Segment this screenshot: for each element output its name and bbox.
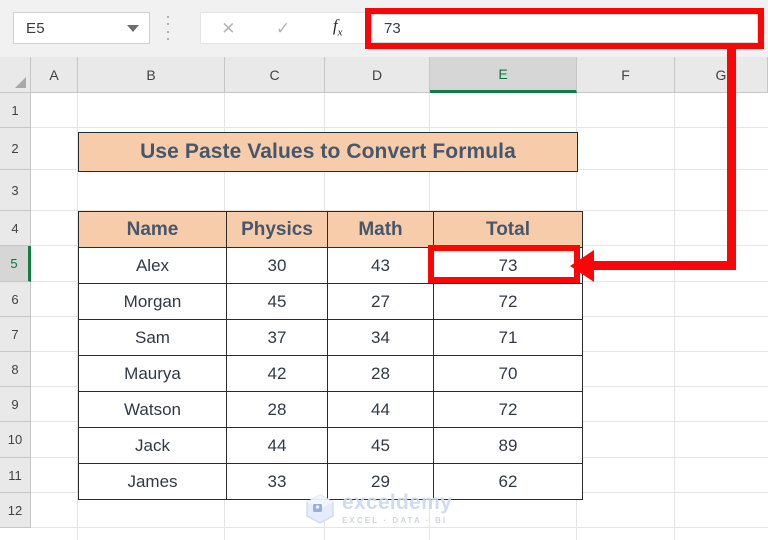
- vertical-dots-icon: [165, 16, 171, 40]
- select-all-corner-button[interactable]: [0, 57, 31, 93]
- row-header-6[interactable]: 6: [0, 282, 31, 317]
- formula-input[interactable]: 73: [371, 14, 758, 43]
- column-header-row: A B C D E F G: [0, 57, 768, 93]
- column-header-b[interactable]: B: [78, 57, 225, 93]
- cell-physics[interactable]: 45: [226, 283, 328, 320]
- row-header-7[interactable]: 7: [0, 317, 31, 352]
- insert-function-icon[interactable]: fx: [310, 17, 365, 38]
- row-header-12[interactable]: 12: [0, 493, 31, 528]
- table-row: Jack 44 45 89: [78, 427, 583, 464]
- row-header-9[interactable]: 9: [0, 387, 31, 422]
- cell-physics[interactable]: 44: [226, 427, 328, 464]
- column-header-e[interactable]: E: [430, 57, 577, 93]
- column-header-d[interactable]: D: [325, 57, 430, 93]
- column-header-name[interactable]: Name: [78, 211, 227, 248]
- row-header-8[interactable]: 8: [0, 352, 31, 387]
- column-header-total[interactable]: Total: [433, 211, 583, 248]
- row-header-11[interactable]: 11: [0, 458, 31, 493]
- gridline: [31, 127, 768, 128]
- cell-physics[interactable]: 42: [226, 355, 328, 392]
- cancel-icon[interactable]: ✕: [201, 20, 256, 37]
- cell-total[interactable]: 70: [433, 355, 583, 392]
- column-header-a[interactable]: A: [31, 57, 78, 93]
- cell-math[interactable]: 27: [327, 283, 434, 320]
- cell-math[interactable]: 45: [327, 427, 434, 464]
- row-header-4[interactable]: 4: [0, 211, 31, 246]
- cell-physics[interactable]: 28: [226, 391, 328, 428]
- cell-name[interactable]: James: [78, 463, 227, 500]
- cell-physics[interactable]: 30: [226, 247, 328, 284]
- table-row: Sam 37 34 71: [78, 319, 583, 356]
- table-row: Maurya 42 28 70: [78, 355, 583, 392]
- cell-name[interactable]: Jack: [78, 427, 227, 464]
- chevron-down-icon[interactable]: [127, 24, 139, 32]
- row-header-5[interactable]: 5: [0, 246, 31, 282]
- cell-total[interactable]: 72: [433, 283, 583, 320]
- column-header-f[interactable]: F: [577, 57, 675, 93]
- cell-total[interactable]: 89: [433, 427, 583, 464]
- cell-math[interactable]: 43: [327, 247, 434, 284]
- table-row: Morgan 45 27 72: [78, 283, 583, 320]
- column-header-g[interactable]: G: [675, 57, 768, 93]
- formula-bar-strip: E5 ✕ ✓ fx 73: [0, 0, 768, 58]
- cell-total[interactable]: 72: [433, 391, 583, 428]
- cell-name[interactable]: Watson: [78, 391, 227, 428]
- name-box-value: E5: [26, 19, 45, 37]
- cube-logo-icon: [306, 493, 334, 524]
- column-header-c[interactable]: C: [225, 57, 325, 93]
- watermark-subtitle: EXCEL · DATA · BI: [342, 516, 448, 525]
- formula-bar-highlight-box: 73: [365, 8, 764, 49]
- cell-name[interactable]: Sam: [78, 319, 227, 356]
- row-header-10[interactable]: 10: [0, 422, 31, 458]
- cell-math[interactable]: 28: [327, 355, 434, 392]
- cell-math[interactable]: 44: [327, 391, 434, 428]
- cell-math[interactable]: 34: [327, 319, 434, 356]
- table-row: Watson 28 44 72: [78, 391, 583, 428]
- row-header-1[interactable]: 1: [0, 93, 31, 128]
- cell-physics[interactable]: 37: [226, 319, 328, 356]
- column-header-physics[interactable]: Physics: [226, 211, 328, 248]
- scores-table: Name Physics Math Total Alex 30 43 73 Mo…: [78, 211, 583, 500]
- cell-name[interactable]: Maurya: [78, 355, 227, 392]
- exceldemy-watermark: exceldemy EXCEL · DATA · BI: [305, 492, 452, 525]
- row-header-3[interactable]: 3: [0, 170, 31, 211]
- row-header-2[interactable]: 2: [0, 128, 31, 170]
- sheet-title-banner[interactable]: Use Paste Values to Convert Formula: [78, 132, 578, 172]
- select-all-triangle-icon: [15, 77, 26, 88]
- table-header-row: Name Physics Math Total: [78, 211, 583, 248]
- cell-total[interactable]: 62: [433, 463, 583, 500]
- formula-action-buttons: ✕ ✓ fx: [200, 12, 365, 44]
- confirm-icon[interactable]: ✓: [256, 20, 311, 37]
- cell-total[interactable]: 71: [433, 319, 583, 356]
- watermark-title: exceldemy: [342, 491, 453, 514]
- gridline: [31, 527, 768, 528]
- cell-name[interactable]: Alex: [78, 247, 227, 284]
- cell-total-selected[interactable]: 73: [433, 247, 583, 284]
- name-box[interactable]: E5: [13, 12, 150, 44]
- table-row: Alex 30 43 73: [78, 247, 583, 284]
- column-header-math[interactable]: Math: [327, 211, 434, 248]
- cell-name[interactable]: Morgan: [78, 283, 227, 320]
